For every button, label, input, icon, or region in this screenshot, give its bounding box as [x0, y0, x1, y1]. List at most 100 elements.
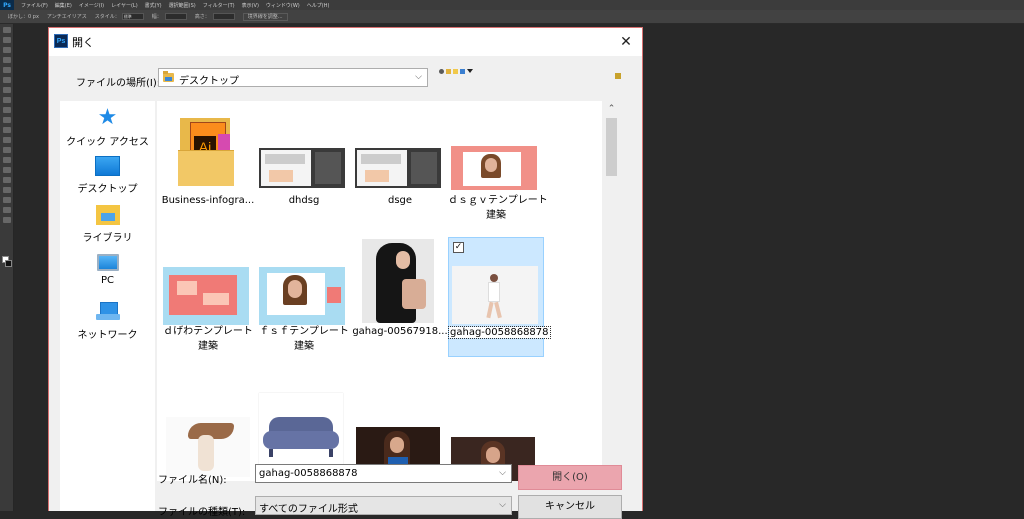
option-feather[interactable]: ぼかし：0 px [8, 13, 39, 20]
menu-edit[interactable]: 編集(E) [55, 2, 72, 9]
filename-label: ファイル名(N): [158, 475, 227, 486]
template-thumbnail [163, 267, 249, 325]
navigation-toolbar [439, 66, 473, 76]
file-item-fsf-template[interactable]: ｆｓｆテンプレート 建築 [256, 237, 352, 357]
hand-tool-icon[interactable] [3, 207, 11, 213]
marquee-tool-icon[interactable] [3, 37, 11, 43]
file-list-scrollbar[interactable]: ⌃ ⌵ [602, 101, 621, 481]
file-item-dsgv-template[interactable]: ｄｓｇｖテンプレート 建築 [448, 106, 548, 226]
file-item-dgewa-template[interactable]: ｄげわテンプレート 建築 [160, 237, 256, 357]
menu-file[interactable]: ファイル(F) [21, 2, 48, 9]
healing-tool-icon[interactable] [3, 87, 11, 93]
template-thumbnail [259, 267, 345, 325]
menu-type[interactable]: 書式(Y) [145, 2, 162, 9]
file-name: ｄｓｇｖテンプレート [448, 195, 548, 206]
gradient-tool-icon[interactable] [3, 137, 11, 143]
menu-view[interactable]: 表示(V) [242, 2, 259, 9]
close-button[interactable]: ✕ [614, 31, 638, 53]
dialog-titlebar[interactable]: Ps 開く ✕ [49, 28, 642, 56]
lookin-label: ファイルの場所(I): [76, 78, 161, 89]
type-tool-icon[interactable] [3, 177, 11, 183]
filename-value: gahag-0058868878 [259, 468, 358, 479]
stamp-tool-icon[interactable] [3, 107, 11, 113]
option-height-input[interactable] [212, 13, 235, 20]
ai-folder-icon: Ai [178, 114, 236, 189]
places-sidebar: ★ クイック アクセス デスクトップ ライブラリ PC ネットワーク [60, 101, 155, 511]
file-item-hair-flip[interactable] [160, 381, 256, 481]
menu-filter[interactable]: フィルター(T) [203, 2, 235, 9]
desktop-folder-icon [163, 71, 174, 82]
dialog-title: 開く [72, 36, 94, 49]
menu-help[interactable]: ヘルプ(H) [307, 2, 330, 9]
file-item-dhdsg[interactable]: dhdsg [256, 106, 352, 226]
view-dropdown-icon[interactable] [467, 69, 473, 73]
file-name: gahag-0058868878 [448, 325, 551, 340]
open-button[interactable]: 開く(O) [518, 465, 622, 490]
dodge-tool-icon[interactable] [3, 157, 11, 163]
photoshop-options-bar: ぼかし：0 px アンチエイリアス スタイル： 標準 幅： 高さ： 境界線を調整… [0, 10, 1024, 24]
checkbox-icon[interactable]: ✓ [453, 242, 464, 253]
eraser-tool-icon[interactable] [3, 127, 11, 133]
file-item-gahag-00567918[interactable]: gahag-00567918... [352, 237, 448, 357]
blur-tool-icon[interactable] [3, 147, 11, 153]
up-folder-icon[interactable] [446, 68, 451, 74]
path-select-tool-icon[interactable] [3, 187, 11, 193]
sidebar-item-library[interactable]: ライブラリ [60, 205, 155, 244]
library-icon [95, 205, 120, 225]
shape-tool-icon[interactable] [3, 197, 11, 203]
desktop-icon [95, 156, 120, 176]
photo-thumbnail [166, 417, 250, 477]
file-name-line2: 建築 [294, 341, 314, 352]
sidebar-item-label: ライブラリ [82, 233, 133, 244]
sidebar-item-network[interactable]: ネットワーク [60, 302, 155, 341]
refine-edge-button[interactable]: 境界線を調整... [242, 12, 288, 21]
background-color-swatch[interactable] [5, 260, 12, 267]
filetype-dropdown[interactable]: すべてのファイル形式 ⌵ [255, 496, 512, 515]
sidebar-item-quick-access[interactable]: ★ クイック アクセス [60, 107, 155, 149]
favorite-folder-icon[interactable] [615, 73, 621, 79]
back-icon[interactable] [439, 68, 444, 74]
photoshop-logo: Ps [0, 0, 14, 10]
chevron-down-icon: ⌵ [415, 72, 422, 82]
cancel-button[interactable]: キャンセル [518, 495, 622, 519]
lasso-tool-icon[interactable] [3, 47, 11, 53]
scroll-up-icon[interactable]: ⌃ [602, 101, 621, 117]
file-item-dsge[interactable]: dsge [352, 106, 448, 226]
option-width-input[interactable] [164, 13, 187, 20]
sidebar-item-desktop[interactable]: デスクトップ [60, 156, 155, 195]
file-name: Business-infogra... [161, 195, 255, 206]
eyedropper-tool-icon[interactable] [3, 77, 11, 83]
filename-input[interactable]: gahag-0058868878 ⌵ [255, 464, 512, 483]
sidebar-item-pc[interactable]: PC [60, 254, 155, 286]
chevron-down-icon[interactable]: ⌵ [499, 468, 506, 478]
scroll-thumb[interactable] [606, 118, 617, 176]
menu-image[interactable]: イメージ(I) [79, 2, 104, 9]
history-brush-tool-icon[interactable] [3, 117, 11, 123]
crop-tool-icon[interactable] [3, 67, 11, 73]
move-tool-icon[interactable] [3, 27, 11, 33]
file-item-gahag-0058868878[interactable]: ✓ gahag-0058868878 [448, 237, 551, 357]
menu-window[interactable]: ウィンドウ(W) [266, 2, 300, 9]
pc-icon [96, 254, 119, 271]
brush-tool-icon[interactable] [3, 97, 11, 103]
file-name: dhdsg [288, 195, 320, 206]
chevron-down-icon: ⌵ [499, 500, 506, 510]
menu-select[interactable]: 選択範囲(S) [169, 2, 196, 9]
photo-thumbnail [362, 239, 434, 323]
zoom-tool-icon[interactable] [3, 217, 11, 223]
lookin-dropdown[interactable]: デスクトップ ⌵ [158, 68, 428, 87]
new-folder-icon[interactable] [453, 68, 458, 74]
option-antialias[interactable]: アンチエイリアス [47, 13, 87, 20]
option-style-label: スタイル： [94, 14, 120, 20]
view-menu-icon[interactable] [460, 68, 465, 74]
file-name: gahag-00567918... [352, 326, 448, 337]
option-style-select[interactable]: 標準 [121, 13, 144, 20]
file-item-business-infographic[interactable]: Ai Business-infogra... [160, 106, 256, 226]
lookin-value: デスクトップ [179, 76, 239, 87]
menu-layer[interactable]: レイヤー(L) [111, 2, 138, 9]
quick-select-tool-icon[interactable] [3, 57, 11, 63]
pen-tool-icon[interactable] [3, 167, 11, 173]
file-name-line2: 建築 [486, 210, 506, 221]
photo-thumbnail [452, 266, 538, 324]
photoshop-toolbox [0, 24, 14, 511]
